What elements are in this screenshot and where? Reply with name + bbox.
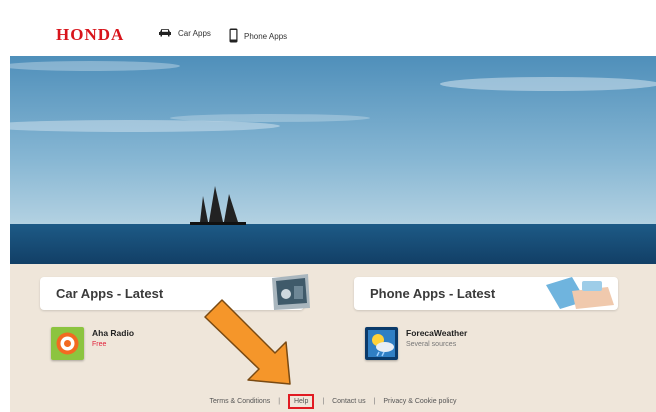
app-item-forecaweather[interactable]: ForecaWeather Several sources	[365, 327, 467, 360]
footer-separator: |	[278, 398, 281, 405]
nav-phone-apps[interactable]: Phone Apps	[229, 28, 287, 45]
phone-apps-latest-title: Phone Apps - Latest	[370, 286, 496, 301]
app-price: Free	[92, 341, 107, 348]
app-source: Several sources	[406, 341, 457, 348]
privacy-link[interactable]: Privacy & Cookie policy	[383, 398, 456, 405]
app-item-aha-radio[interactable]: Aha Radio Free	[51, 327, 134, 360]
page: HONDA Car Apps Phone Apps Car Apps - Lat…	[0, 0, 656, 412]
phone-apps-thumbnail	[542, 275, 616, 316]
footer-links: Terms & Conditions | Help | Contact us |…	[10, 394, 656, 409]
help-highlight-box: Help	[287, 394, 315, 409]
forecaweather-app-icon	[365, 327, 398, 360]
nav-phone-apps-label: Phone Apps	[244, 32, 288, 41]
site-header: HONDA Car Apps Phone Apps	[10, 10, 656, 56]
app-name: ForecaWeather	[406, 328, 468, 338]
nav-car-apps-label: Car Apps	[178, 29, 211, 38]
latest-apps-area: Car Apps - Latest Phone Apps - Latest Ah…	[10, 264, 656, 412]
car-apps-latest-header[interactable]: Car Apps - Latest	[40, 274, 310, 310]
car-apps-thumbnail	[264, 274, 314, 315]
footer-separator: |	[322, 398, 325, 405]
phone-icon	[229, 28, 238, 45]
aha-radio-app-icon	[51, 327, 84, 360]
help-link[interactable]: Help	[294, 398, 308, 405]
nav-car-apps[interactable]: Car Apps	[158, 28, 211, 39]
car-apps-latest-title: Car Apps - Latest	[56, 286, 164, 301]
hero-banner	[10, 56, 656, 264]
app-name: Aha Radio	[92, 328, 135, 338]
hero-image	[10, 56, 656, 264]
terms-link[interactable]: Terms & Conditions	[210, 398, 271, 405]
phone-apps-latest-header[interactable]: Phone Apps - Latest	[354, 277, 618, 310]
footer-separator: |	[373, 398, 376, 405]
honda-logo[interactable]: HONDA	[56, 25, 124, 45]
car-icon	[158, 28, 172, 39]
contact-link[interactable]: Contact us	[332, 398, 365, 405]
